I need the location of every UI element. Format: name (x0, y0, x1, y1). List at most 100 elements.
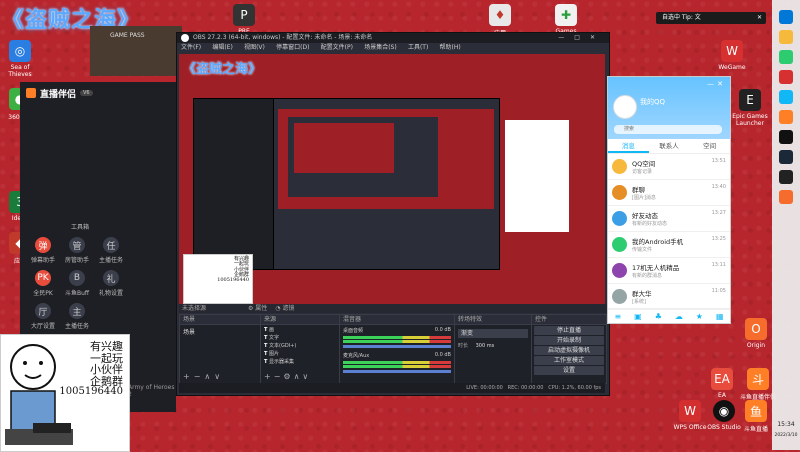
sidebar-item-admin[interactable]: 管房管助手 (64, 237, 90, 264)
tab-contacts[interactable]: 联系人 (649, 139, 690, 153)
menu-icon[interactable]: ≡ (614, 312, 621, 321)
obs-window: OBS 27.2.3 (64-bit, windows) - 配置文件: 未命名… (176, 32, 610, 396)
scene-item[interactable]: 场景 (180, 325, 260, 338)
mixer-channel: 桌面音频 0.0 dB (340, 325, 454, 350)
clock-date[interactable]: 2022/3/10 (772, 433, 800, 438)
properties-button[interactable]: 属性 (255, 305, 267, 312)
grid-icon[interactable]: ▦ (716, 312, 724, 321)
transitions-dock-title: 转场特效 (455, 315, 531, 325)
meme-text-block: 有兴趣 一起玩 小伙伴 企鹅群 1005196440 (59, 340, 123, 398)
folder-icon[interactable] (779, 30, 793, 44)
desktop-icon-games[interactable]: ✚ Games (546, 4, 586, 35)
window-controls[interactable]: —✕ (707, 80, 726, 88)
list-item[interactable]: 群聊 [图片]消息 13:40 (608, 180, 730, 206)
gear-icon[interactable]: ⚙ (248, 305, 253, 312)
menu-docks[interactable]: 停靠窗口(D) (276, 44, 309, 51)
windows-icon[interactable] (779, 10, 793, 24)
list-item[interactable]: 群大华 [系统] 11:05 (608, 284, 730, 310)
sidebar-item-gift[interactable]: 礼礼物设置 (98, 270, 124, 297)
menu-file[interactable]: 文件(F) (181, 44, 201, 51)
desktop-icon-wegame[interactable]: W WeGame (712, 40, 752, 71)
desktop-icon-epic[interactable]: E Epic Games Launcher (730, 89, 770, 127)
obs-preview[interactable]: 《盗贼之海》 有兴趣 一起玩 小伙伴 企鹅群 1005196440 (179, 54, 605, 304)
desktop-icon-pre[interactable]: P PRE (224, 4, 264, 35)
epic-icon: E (739, 89, 761, 111)
ea-icon: EA (711, 368, 733, 390)
epic-icon[interactable] (779, 170, 793, 184)
source-item[interactable]: T 画 (264, 326, 336, 334)
list-item[interactable]: QQ空间 访客记录 13:51 (608, 154, 730, 180)
sidebar-item-task2[interactable]: 主主播任务 (64, 303, 90, 330)
weather-icon[interactable]: ☁ (675, 312, 683, 321)
sidebar-item-task[interactable]: 任主播任务 (98, 237, 124, 264)
sidebar-item-danmu[interactable]: 弹弹幕助手 (30, 237, 56, 264)
avatar[interactable] (613, 95, 637, 119)
qq-search-input[interactable]: 搜索 (614, 125, 722, 134)
desktop-icon-sea-of-thieves[interactable]: ◎ Sea of Thieves (0, 40, 40, 78)
desktop-icon-origin[interactable]: O Origin (736, 318, 776, 349)
list-item[interactable]: 我的Android手机 传输文件 13:25 (608, 232, 730, 258)
avatar (612, 185, 627, 200)
qq-username: 我的QQ (640, 98, 666, 106)
game-icon[interactable]: ♣ (655, 312, 662, 321)
steam-icon[interactable] (779, 150, 793, 164)
source-item[interactable]: T 文字 (264, 334, 336, 342)
window-controls[interactable]: —□✕ (558, 33, 605, 43)
xbox-icon[interactable] (779, 50, 793, 64)
avatar (612, 211, 627, 226)
sidebar-item-pk[interactable]: PK 全民PK (30, 270, 56, 297)
sidebar-item-toolbox[interactable]: 工具箱 (30, 222, 130, 231)
close-icon[interactable]: ✕ (757, 12, 762, 24)
stop-streaming-button[interactable]: 停止直播 (534, 326, 604, 335)
tab-space[interactable]: 空间 (689, 139, 730, 153)
source-item[interactable]: T 显示器采集 (264, 358, 336, 366)
obs-icon: ◉ (713, 400, 735, 422)
preview-nested-qq (505, 120, 569, 232)
obs-icon[interactable] (779, 130, 793, 144)
app-icon[interactable]: ▣ (634, 312, 642, 321)
sidebar-item-buff[interactable]: B 斗鱼Buff (64, 270, 90, 297)
desktop-icon-ea[interactable]: EA EA (702, 368, 742, 399)
filters-button[interactable]: 滤镜 (282, 305, 294, 312)
source-toolbar: 未选择源 ⚙ 属性 ◔ 滤镜 (179, 304, 608, 313)
menu-tools[interactable]: 工具(T) (408, 44, 428, 51)
wegame-icon: W (721, 40, 743, 62)
preview-banner-title: 《盗贼之海》 (183, 62, 262, 77)
menu-help[interactable]: 帮助(H) (440, 44, 461, 51)
volume-slider[interactable] (343, 370, 451, 373)
douyu-icon: 斗 (747, 368, 769, 390)
scene-list-controls[interactable]: +−∧∨ (183, 372, 224, 381)
duration-input[interactable]: 300 ms (476, 343, 495, 349)
menu-edit[interactable]: 编辑(E) (212, 44, 232, 51)
desktop-icon-douyu-live[interactable]: 鱼 斗鱼直播 (736, 400, 776, 433)
menu-scene-collection[interactable]: 场景集合(S) (364, 44, 397, 51)
scenes-dock-title: 场景 (180, 315, 260, 325)
volume-meter (343, 361, 451, 364)
tab-messages[interactable]: 消息 (608, 139, 649, 153)
source-item[interactable]: T 图片 (264, 350, 336, 358)
douyu-icon[interactable] (779, 110, 793, 124)
douyu-sidebar-grid: 工具箱 弹弹幕助手 管房管助手 任主播任务 PK 全民PK B 斗鱼Buff 礼礼物… (30, 222, 130, 330)
douyu-logo-icon (26, 88, 36, 98)
list-item[interactable]: 17机无人机精品 有新的群消息 13:11 (608, 258, 730, 284)
star-icon[interactable]: ★ (696, 312, 703, 321)
avatar (612, 159, 627, 174)
origin-icon[interactable] (779, 190, 793, 204)
filter-icon[interactable]: ◔ (275, 305, 280, 312)
qq-icon[interactable] (779, 90, 793, 104)
game-icon: ✚ (555, 4, 577, 26)
start-recording-button[interactable]: 开始录制 (534, 336, 604, 345)
settings-button[interactable]: 设置 (534, 366, 604, 375)
menu-profile[interactable]: 配置文件(P) (321, 44, 353, 51)
source-item[interactable]: T 文本(GDI+) (264, 342, 336, 350)
list-item[interactable]: 好友动态 有新的好友动态 13:27 (608, 206, 730, 232)
wegame-icon[interactable] (779, 70, 793, 84)
menu-view[interactable]: 视图(V) (244, 44, 265, 51)
source-list-controls[interactable]: +−⚙∧∨ (264, 372, 311, 381)
transition-select[interactable]: 渐变 (458, 329, 528, 338)
volume-slider[interactable] (343, 345, 451, 348)
sidebar-item-hall[interactable]: 厅大厅设置 (30, 303, 56, 330)
virtual-camera-button[interactable]: 启动虚拟摄像机 (534, 346, 604, 355)
studio-mode-button[interactable]: 工作室模式 (534, 356, 604, 365)
wps-icon: W (679, 400, 701, 422)
